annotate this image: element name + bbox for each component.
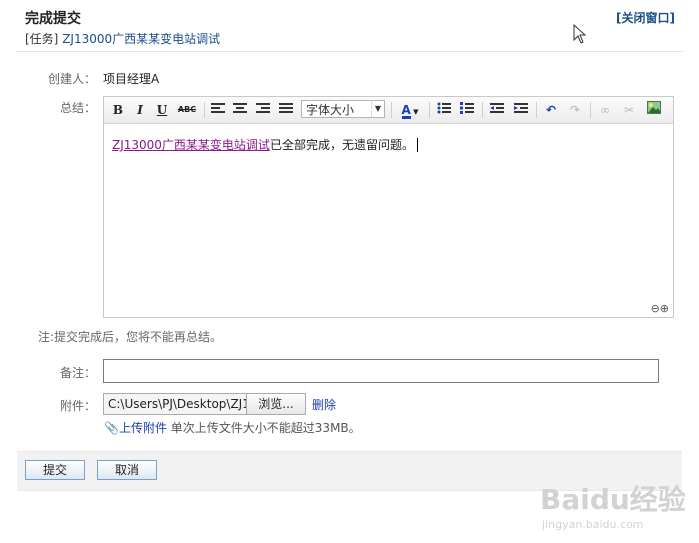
- font-size-select-value: 字体大小: [306, 103, 355, 117]
- close-window-link[interactable]: [关闭窗口]: [616, 9, 675, 26]
- outdent-icon[interactable]: [489, 101, 505, 119]
- task-prefix: [任务]: [25, 32, 59, 46]
- attachment-label: 附件：: [59, 399, 96, 413]
- summary-label: 总结：: [59, 101, 96, 115]
- link-icon[interactable]: ∞: [597, 101, 613, 119]
- toolbar-separator: [204, 102, 205, 118]
- toolbar-separator: [482, 102, 483, 118]
- creator-value: 项目经理A: [103, 72, 160, 86]
- delete-attachment-link[interactable]: 删除: [312, 396, 336, 413]
- image-icon[interactable]: [645, 101, 663, 119]
- justify-icon[interactable]: [278, 101, 294, 119]
- chevron-down-icon: ▼: [371, 101, 384, 117]
- indent-icon[interactable]: [513, 101, 529, 119]
- font-color-icon[interactable]: A ▼: [397, 101, 423, 119]
- browse-button[interactable]: 浏览...: [246, 393, 306, 415]
- align-left-icon[interactable]: [210, 101, 226, 119]
- creator-label: 创建人：: [47, 72, 96, 86]
- summary-text: 已全部完成，无遗留问题。: [269, 138, 414, 152]
- submit-button[interactable]: 提交: [25, 460, 85, 480]
- watermark-brand: Baidu经验: [540, 483, 686, 516]
- strikethrough-icon[interactable]: ABC: [176, 101, 198, 119]
- remark-input[interactable]: [103, 359, 659, 383]
- redo-icon[interactable]: ↷: [567, 101, 583, 119]
- toolbar-separator: [391, 102, 392, 118]
- toolbar-separator: [590, 102, 591, 118]
- upload-row: 📎上传附件 单次上传文件大小不能超过33MB。: [104, 419, 361, 436]
- remark-label: 备注：: [59, 366, 96, 380]
- paperclip-icon: 📎: [104, 421, 119, 435]
- bold-icon[interactable]: B: [110, 101, 126, 119]
- italic-icon[interactable]: I: [132, 101, 148, 119]
- cancel-button[interactable]: 取消: [97, 460, 157, 480]
- align-center-icon[interactable]: [232, 101, 248, 119]
- undo-icon[interactable]: ↶: [543, 101, 559, 119]
- attachment-path-field[interactable]: C:\Users\PJ\Desktop\ZJ13: [103, 393, 253, 415]
- zoom-controls: ⊖⊕: [651, 302, 669, 315]
- header-divider: [16, 51, 683, 52]
- mouse-cursor-icon: [573, 23, 587, 47]
- zoom-out-icon[interactable]: ⊖: [651, 302, 660, 315]
- unlink-icon[interactable]: ✂: [621, 101, 637, 119]
- submit-note: 注:提交完成后，您将不能再总结。: [38, 330, 223, 344]
- task-name-link[interactable]: ZJ13000广西某某变电站调试: [62, 32, 220, 46]
- toolbar-separator: [536, 102, 537, 118]
- watermark-url: jingyan.baidu.com: [542, 518, 644, 531]
- editor-content[interactable]: ZJ13000广西某某变电站调试已全部完成，无遗留问题。: [104, 124, 673, 165]
- toolbar-separator: [429, 102, 430, 118]
- upload-attachment-link[interactable]: 上传附件: [119, 421, 167, 435]
- font-size-select[interactable]: 字体大小 ▼: [301, 100, 385, 118]
- page-title: 完成提交: [25, 11, 81, 27]
- text-caret: [416, 138, 422, 152]
- numbered-list-icon[interactable]: [459, 101, 475, 119]
- underline-icon[interactable]: U: [154, 101, 170, 119]
- rich-text-editor[interactable]: B I U ABC 字体大小 ▼ A ▼ ↶ ↷ ∞ ✂ ZJ13000广西某某…: [103, 96, 674, 318]
- editor-toolbar: B I U ABC 字体大小 ▼ A ▼ ↶ ↷ ∞ ✂: [104, 97, 673, 124]
- align-right-icon[interactable]: [255, 101, 271, 119]
- bullet-list-icon[interactable]: [436, 101, 452, 119]
- zoom-in-icon[interactable]: ⊕: [660, 302, 669, 315]
- baidu-watermark: Baidu经验 jingyan.baidu.com: [540, 478, 686, 531]
- task-breadcrumb: [任务] ZJ13000广西某某变电站调试: [25, 30, 220, 47]
- upload-hint: 单次上传文件大小不能超过33MB。: [170, 421, 361, 435]
- summary-task-link[interactable]: ZJ13000广西某某变电站调试: [112, 138, 270, 152]
